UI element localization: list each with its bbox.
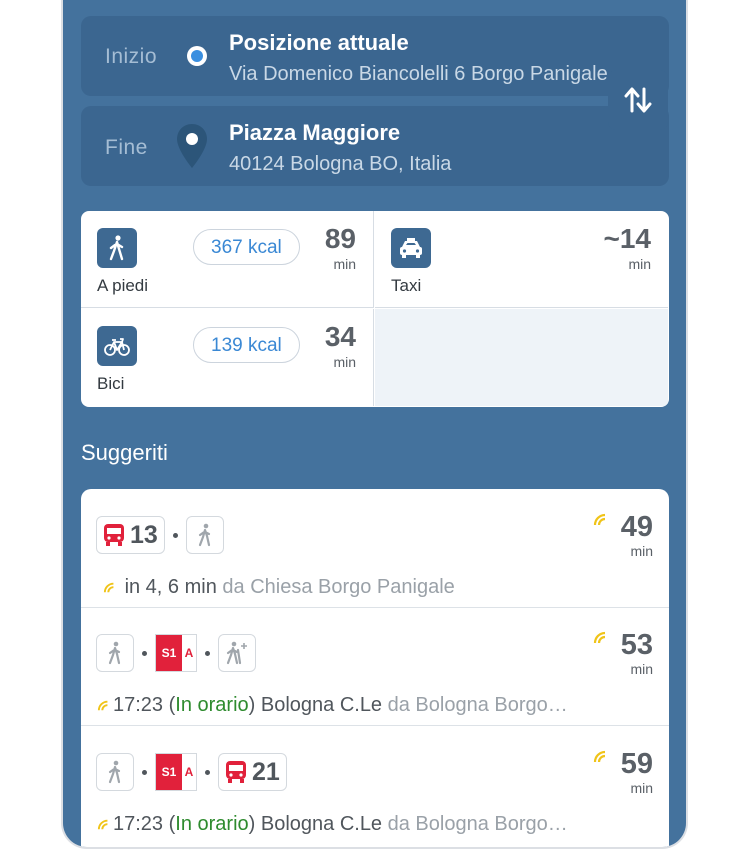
walk-icon [108,641,121,665]
taxi-time: ~14 [603,223,652,254]
destination: ) Bologna C.Le [248,694,383,716]
departure-info: in 4, 6 min da Chiesa Borgo Panigale [103,576,623,599]
app-screen: Inizio Posizione attuale Via Domenico Bi… [61,0,688,849]
end-title: Piazza Maggiore [229,120,401,145]
realtime-icon [103,582,114,593]
train-line-badge: S1 A [155,753,197,791]
departure-stop: da Bologna Borgo… [382,813,568,835]
taxi-icon [391,228,431,268]
bike-time-unit: min [333,354,356,370]
walk-icon [198,523,210,547]
duration: 53 [620,629,653,661]
mode-bike[interactable]: 139 kcal 34 min Bici [81,309,374,406]
departure-stop: da Chiesa Borgo Panigale [216,576,455,598]
train-line-badge: S1 A [155,634,197,672]
departure-stop: da Bologna Borgo… [382,694,568,716]
departure-info: 17:23 (In orario) Bologna C.Le da Bologn… [97,813,617,836]
duration-unit: min [630,661,653,677]
taxi-time-unit: min [628,256,651,272]
start-subtitle: Via Domenico Biancolelli 6 Borgo Panigal… [229,63,608,85]
walk-chip [185,516,224,554]
walk-chip [96,634,134,672]
walk-chip [96,753,134,791]
route-chips: S1 A [96,633,256,673]
realtime-icon [593,631,606,644]
route-chips: S1 A 21 [96,752,287,792]
departure-time: 17:23 ( [113,813,176,835]
mode-taxi[interactable]: ~14 min Taxi [375,211,668,308]
suggestion-item[interactable]: S1 A 53 min 17:23 (In orario) Bologna C.… [81,607,669,726]
swap-route-button[interactable] [608,70,668,130]
map-pin-icon [177,124,207,168]
taxi-label: Taxi [391,276,422,295]
bus-line-number: 13 [130,520,158,549]
duration: 49 [620,511,653,543]
hiking-icon [226,641,247,665]
transport-modes: 367 kcal 89 min A piedi ~14 min Taxi 139… [81,211,669,407]
empty-mode-cell [375,309,668,406]
suggestion-item[interactable]: S1 A 21 59 min 17:23 (In orario) Bologna… [81,726,669,844]
start-title: Posizione attuale [229,30,409,55]
train-line-code: S1 [156,754,182,790]
start-label: Inizio [105,45,158,68]
start-location-field[interactable]: Inizio Posizione attuale Via Domenico Bi… [81,16,669,96]
train-line-code: S1 [156,635,182,671]
bus-icon [226,761,246,783]
bus-line-chip: 21 [218,753,287,791]
separator-dot [142,650,147,656]
walk-time-unit: min [333,256,356,272]
departure-info: 17:23 (In orario) Bologna C.Le da Bologn… [97,694,617,717]
bus-icon [104,524,124,546]
bike-label: Bici [97,374,125,393]
realtime-icon [593,750,606,763]
suggestion-item[interactable]: 13 49 min in 4, 6 min da Chiesa Borgo Pa… [81,489,669,608]
swap-arrows-icon [624,87,652,113]
train-line-variant: A [182,754,196,790]
bike-kcal-badge: 139 kcal [193,327,300,363]
duration: 59 [620,748,653,780]
bus-line-number: 21 [252,757,280,786]
realtime-icon [593,513,606,526]
walk-icon [97,228,137,268]
bike-icon [97,326,137,366]
end-location-field[interactable]: Fine Piazza Maggiore 40124 Bologna BO, I… [81,106,669,186]
suggestions-list: 13 49 min in 4, 6 min da Chiesa Borgo Pa… [81,489,669,847]
separator-dot [205,650,210,656]
separator-dot [172,532,178,538]
end-subtitle: 40124 Bologna BO, Italia [229,153,452,175]
train-line-variant: A [182,635,196,671]
walk-kcal-badge: 367 kcal [193,229,300,265]
duration-unit: min [630,780,653,796]
realtime-icon [97,700,108,711]
bus-line-chip: 13 [96,516,165,554]
walk-label: A piedi [97,276,149,295]
walk-time: 89 [324,223,356,254]
walk-icon [108,760,121,784]
bike-time: 34 [324,321,356,352]
hike-chip [218,634,256,672]
realtime-icon [97,819,108,830]
duration-unit: min [630,543,653,559]
current-location-icon [187,46,207,66]
mode-walk[interactable]: 367 kcal 89 min A piedi [81,211,374,308]
departure-time: 17:23 ( [113,694,176,716]
status-on-time: In orario [175,694,249,716]
route-chips: 13 [96,515,224,555]
section-title: Suggeriti [81,440,168,465]
departure-time: in 4, 6 min [124,576,217,598]
destination: ) Bologna C.Le [248,813,383,835]
separator-dot [142,769,147,775]
status-on-time: In orario [175,813,249,835]
end-label: Fine [105,136,148,159]
separator-dot [205,769,210,775]
